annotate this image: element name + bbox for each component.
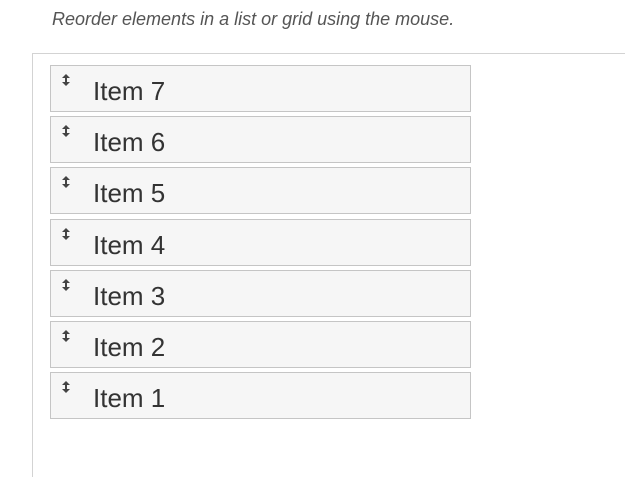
item-label: Item 1 xyxy=(93,383,166,414)
arrow-up-down-icon xyxy=(62,74,70,86)
page: Reorder elements in a list or grid using… xyxy=(0,0,625,477)
sortable-item[interactable]: Item 6 xyxy=(50,116,471,164)
item-label: Item 6 xyxy=(93,127,166,158)
arrow-up-down-icon xyxy=(62,329,70,342)
sortable-list: Item 7 Item 6 Item 5 Item 4 Item 3 Item … xyxy=(50,65,471,423)
item-label: Item 3 xyxy=(93,280,166,311)
item-label: Item 7 xyxy=(93,76,166,106)
sortable-item[interactable]: Item 5 xyxy=(50,167,471,215)
item-label: Item 2 xyxy=(93,331,166,362)
sortable-item[interactable]: Item 3 xyxy=(50,269,471,317)
arrow-up-down-icon xyxy=(62,278,70,291)
arrow-up-down-icon xyxy=(62,125,70,138)
demo-frame: Item 7 Item 6 Item 5 Item 4 Item 3 Item … xyxy=(32,53,625,477)
sortable-item[interactable]: Item 1 xyxy=(50,372,471,420)
item-label: Item 4 xyxy=(93,229,166,260)
demo-description: Reorder elements in a list or grid using… xyxy=(52,9,455,29)
sortable-item[interactable]: Item 2 xyxy=(50,320,471,368)
arrow-up-down-icon xyxy=(62,227,70,240)
sortable-item[interactable]: Item 7 xyxy=(50,65,471,112)
arrow-up-down-icon xyxy=(62,176,70,189)
item-label: Item 5 xyxy=(93,178,166,209)
arrow-up-down-icon xyxy=(62,381,70,394)
sortable-item[interactable]: Item 4 xyxy=(50,218,471,266)
